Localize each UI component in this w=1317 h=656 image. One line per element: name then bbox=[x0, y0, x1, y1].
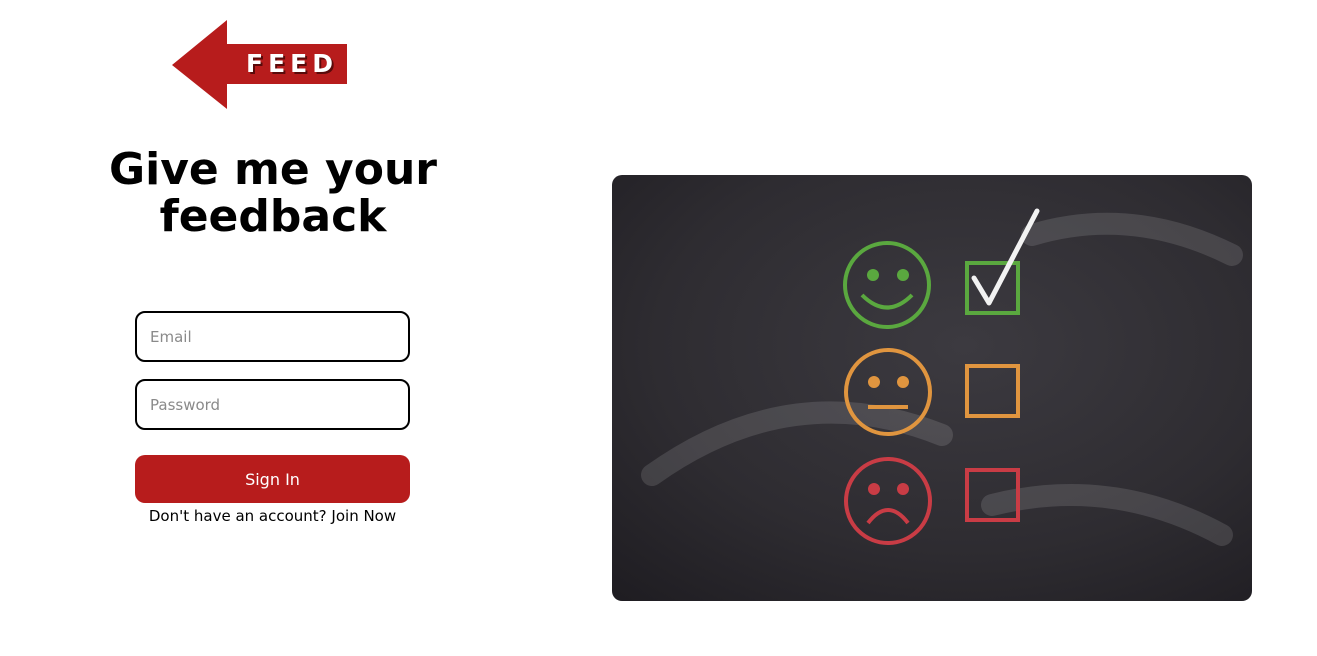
chalkboard-image bbox=[612, 175, 1252, 601]
join-now-link[interactable]: Join Now bbox=[331, 507, 396, 525]
password-input[interactable] bbox=[135, 379, 410, 430]
email-input[interactable] bbox=[135, 311, 410, 362]
feedback-illustration bbox=[612, 175, 1252, 601]
logo-text: FEED bbox=[246, 49, 338, 78]
sign-in-button[interactable]: Sign In bbox=[135, 455, 410, 503]
join-prompt-line: Don't have an account? Join Now bbox=[110, 506, 435, 526]
login-page: FEED Give me your feedback Sign In Don't… bbox=[0, 0, 1317, 656]
feed-logo[interactable]: FEED bbox=[170, 19, 350, 111]
join-prompt-text: Don't have an account? bbox=[148, 507, 327, 525]
page-title: Give me your feedback bbox=[109, 144, 437, 242]
